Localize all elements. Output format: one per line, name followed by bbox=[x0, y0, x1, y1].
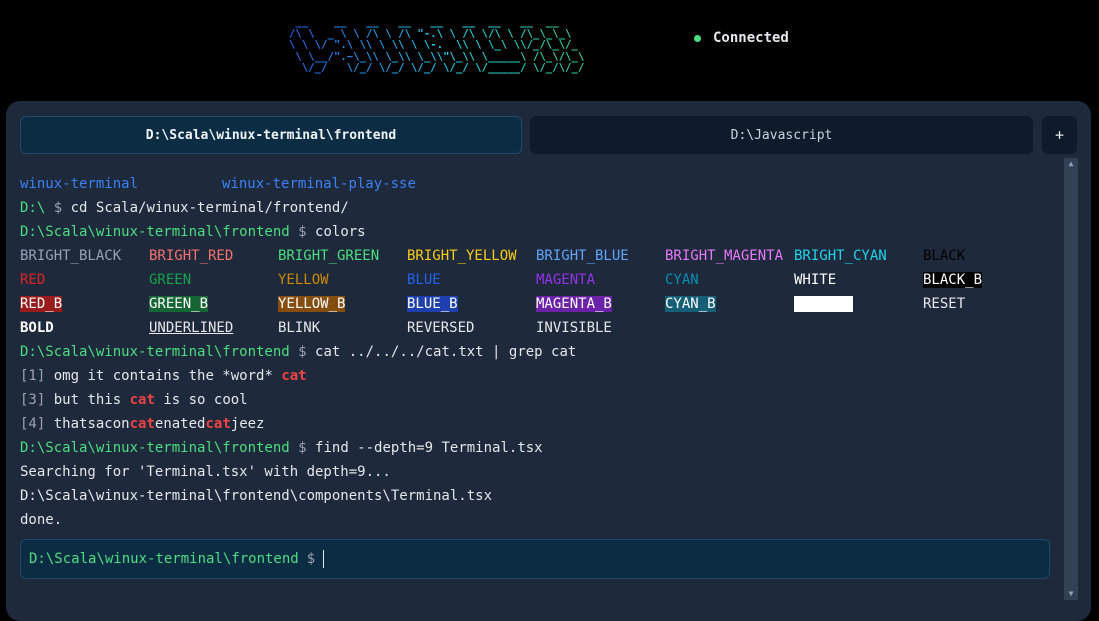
color-sample: RED_B bbox=[20, 296, 63, 312]
color-sample: BRIGHT_YELLOW bbox=[407, 248, 517, 264]
command-text: cat ../../../cat.txt | grep cat bbox=[315, 344, 577, 360]
grep-text: is so cool bbox=[154, 392, 248, 408]
grep-text: omg it contains the *word* bbox=[53, 368, 282, 384]
color-sample: WHITE bbox=[794, 272, 837, 288]
grep-result: [4] thatsaconcatenatedcatjeez bbox=[20, 412, 1060, 436]
command-text: find --depth=9 Terminal.tsx bbox=[315, 440, 543, 456]
prompt-symbol: $ bbox=[298, 224, 307, 240]
header: __ __ __ __ __ __ __ __ __ /\ \ _ \ \ /\… bbox=[0, 0, 1099, 100]
ascii-logo: __ __ __ __ __ __ __ __ __ /\ \ _ \ \ /\… bbox=[289, 16, 585, 74]
grep-text: but this bbox=[53, 392, 130, 408]
colors-row: BRIGHT_BLACK BRIGHT_RED BRIGHT_GREEN BRI… bbox=[20, 244, 1060, 268]
tab-bar: D:\Scala\winux-terminal\frontend D:\Java… bbox=[20, 116, 1077, 154]
color-sample: BRIGHT_MAGENTA bbox=[665, 248, 784, 264]
terminal-output: winux-terminal winux-terminal-play-sse D:… bbox=[20, 172, 1060, 532]
command-line: D:\Scala\winux-terminal\frontend $ find … bbox=[20, 436, 1060, 460]
output-line: D:\Scala\winux-terminal\frontend\compone… bbox=[20, 488, 493, 504]
dir-entry[interactable]: winux-terminal bbox=[20, 176, 138, 192]
color-sample: WHITE_B bbox=[794, 296, 854, 312]
color-sample: MAGENTA_B bbox=[536, 296, 612, 312]
status-label: Connected bbox=[713, 30, 789, 46]
color-sample: BLACK bbox=[923, 248, 966, 264]
status-dot-icon bbox=[694, 34, 701, 42]
color-sample: YELLOW_B bbox=[278, 296, 346, 312]
colors-row: RED GREEN YELLOW BLUE MAGENTA CYAN WHITE… bbox=[20, 268, 1060, 292]
command-line: D:\Scala\winux-terminal\frontend $ cat .… bbox=[20, 340, 1060, 364]
command-line: D:\ $ cd Scala/winux-terminal/frontend/ bbox=[20, 196, 1060, 220]
prompt-symbol: $ bbox=[298, 344, 307, 360]
color-sample: BRIGHT_BLACK bbox=[20, 248, 122, 264]
connection-status: Connected bbox=[694, 30, 789, 46]
color-sample: CYAN_B bbox=[665, 296, 716, 312]
line-number: [3] bbox=[20, 392, 46, 408]
command-text: colors bbox=[315, 224, 366, 240]
color-sample: BRIGHT_RED bbox=[149, 248, 234, 264]
add-tab-button[interactable]: + bbox=[1042, 116, 1077, 154]
style-sample: INVISIBLE bbox=[536, 320, 612, 336]
line-number: [4] bbox=[20, 416, 46, 432]
color-sample: MAGENTA bbox=[536, 272, 596, 288]
color-sample: BLACK_B bbox=[923, 272, 983, 288]
color-sample: CYAN bbox=[665, 272, 699, 288]
color-sample: YELLOW bbox=[278, 272, 329, 288]
style-sample: BOLD bbox=[20, 320, 54, 336]
scrollbar[interactable]: ▲ ▼ bbox=[1064, 158, 1078, 600]
grep-result: [3] but this cat is so cool bbox=[20, 388, 1060, 412]
dir-entry[interactable]: winux-terminal-play-sse bbox=[222, 176, 416, 192]
color-sample: RESET bbox=[923, 296, 966, 312]
output-line: done. bbox=[20, 512, 63, 528]
output-line: Searching for 'Terminal.tsx' with depth=… bbox=[20, 464, 391, 480]
grep-result: [1] omg it contains the *word* cat bbox=[20, 364, 1060, 388]
grep-match: cat bbox=[281, 368, 307, 384]
tab-label: D:\Scala\winux-terminal\frontend bbox=[145, 127, 397, 143]
input-prompt-path: D:\Scala\winux-terminal\frontend bbox=[29, 551, 299, 567]
tab-frontend[interactable]: D:\Scala\winux-terminal\frontend bbox=[20, 116, 522, 154]
color-sample: BLUE_B bbox=[407, 296, 458, 312]
prompt-path: D:\Scala\winux-terminal\frontend bbox=[20, 344, 290, 360]
color-sample: GREEN bbox=[149, 272, 192, 288]
grep-match: cat bbox=[129, 392, 155, 408]
color-sample: BRIGHT_CYAN bbox=[794, 248, 887, 264]
style-sample: REVERSED bbox=[407, 320, 475, 336]
grep-text: enated bbox=[154, 416, 206, 432]
tab-javascript[interactable]: D:\Javascript bbox=[530, 116, 1033, 154]
style-sample: BLINK bbox=[278, 320, 321, 336]
colors-row: RED_B GREEN_B YELLOW_B BLUE_B MAGENTA_B … bbox=[20, 292, 1060, 316]
color-sample: BRIGHT_GREEN bbox=[278, 248, 380, 264]
color-sample: RED bbox=[20, 272, 46, 288]
prompt-path: D:\Scala\winux-terminal\frontend bbox=[20, 440, 290, 456]
command-input[interactable]: D:\Scala\winux-terminal\frontend $ bbox=[20, 539, 1050, 579]
line-number: [1] bbox=[20, 368, 46, 384]
command-line: D:\Scala\winux-terminal\frontend $ color… bbox=[20, 220, 1060, 244]
grep-text: jeez bbox=[230, 416, 265, 432]
style-sample: UNDERLINED bbox=[149, 320, 234, 336]
color-sample: BLUE bbox=[407, 272, 441, 288]
scroll-up-arrow-icon[interactable]: ▲ bbox=[1064, 158, 1078, 170]
prompt-symbol: $ bbox=[53, 200, 63, 216]
grep-text: thatsacon bbox=[53, 416, 130, 432]
command-text: cd Scala/winux-terminal/frontend/ bbox=[70, 200, 349, 216]
terminal-window: D:\Scala\winux-terminal\frontend D:\Java… bbox=[6, 101, 1091, 621]
plus-icon: + bbox=[1054, 126, 1065, 144]
input-prompt-symbol: $ bbox=[306, 551, 316, 567]
grep-match: cat bbox=[205, 416, 231, 432]
prompt-path: D:\Scala\winux-terminal\frontend bbox=[20, 224, 290, 240]
scroll-down-arrow-icon[interactable]: ▼ bbox=[1064, 588, 1078, 600]
color-sample: BRIGHT_BLUE bbox=[536, 248, 629, 264]
prompt-path: D:\ bbox=[20, 200, 46, 216]
output-line: winux-terminal winux-terminal-play-sse bbox=[20, 172, 1060, 196]
text-caret bbox=[323, 550, 325, 568]
color-sample: GREEN_B bbox=[149, 296, 209, 312]
grep-match: cat bbox=[129, 416, 155, 432]
prompt-symbol: $ bbox=[298, 440, 307, 456]
colors-row: BOLD UNDERLINED BLINK REVERSED INVISIBLE bbox=[20, 316, 1060, 340]
tab-label: D:\Javascript bbox=[730, 127, 833, 143]
